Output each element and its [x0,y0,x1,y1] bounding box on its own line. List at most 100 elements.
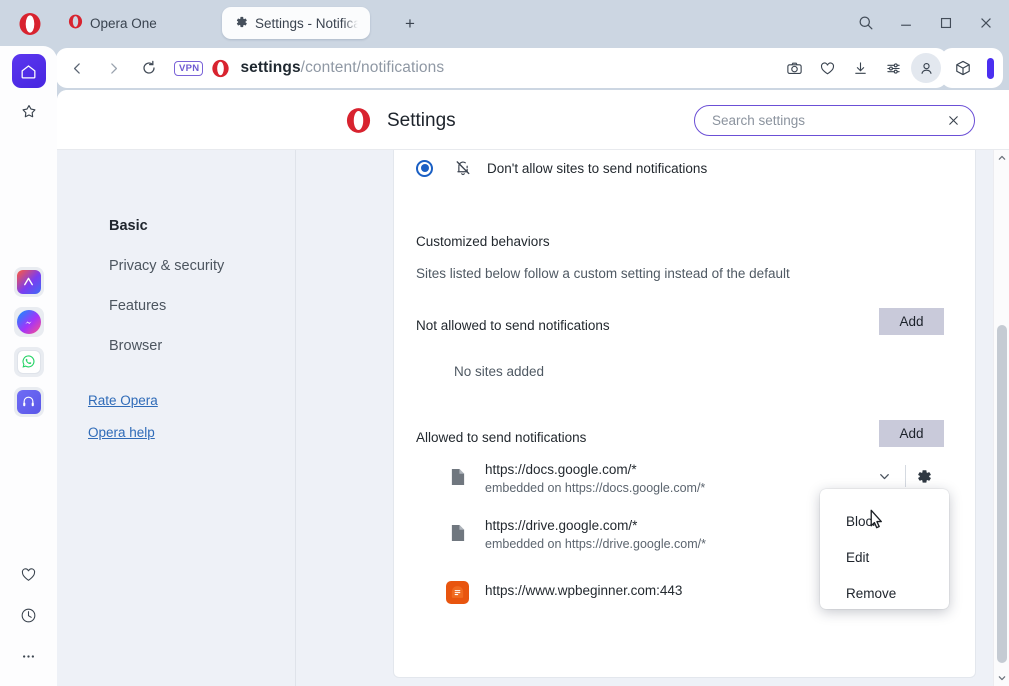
site-opera-icon [211,59,230,78]
add-blocked-site-button[interactable]: Add [879,308,944,335]
radio-dont-allow-notifications[interactable]: Don't allow sites to send notifications [416,159,707,177]
settings-opera-logo-icon [345,107,372,134]
messenger-icon [16,309,41,334]
browser-window: Opera One Settings - Notificat + VPN set… [0,0,1009,686]
blocked-section-title: Not allowed to send notifications [416,318,610,333]
profile-icon[interactable] [911,53,941,83]
radio-indicator[interactable] [416,159,433,177]
whatsapp-icon [16,349,41,374]
sidebar-item-basic[interactable]: Basic [57,206,296,246]
address-bar-actions [779,53,947,83]
reload-button[interactable] [134,53,164,83]
title-bar: Opera One Settings - Notificat + [0,0,1009,46]
forward-button[interactable] [98,53,128,83]
sidebar-item-label: Basic [109,218,148,234]
site-embedded-label: embedded on https://docs.google.com/* [485,481,706,495]
document-icon [450,468,467,487]
sidebar-toggle-indicator[interactable] [987,57,994,79]
close-button[interactable] [973,11,999,35]
clear-search-icon[interactable] [944,112,962,130]
rail-app-whatsapp[interactable] [13,346,44,377]
tab-opera-one[interactable]: Opera One [56,7,169,39]
rate-opera-link[interactable]: Rate Opera [88,393,296,408]
rail-heart-icon[interactable] [12,557,46,591]
settings-search[interactable] [694,105,975,136]
tab-opera-one-label: Opera One [90,15,157,31]
context-menu-item-label: Edit [846,549,870,565]
address-text[interactable]: settings/content/notifications [240,59,444,77]
back-button[interactable] [62,53,92,83]
sidebar-item-label: Features [109,298,167,314]
sidebar-item-privacy-security[interactable]: Privacy & security [57,246,296,286]
site-embedded-label: embedded on https://drive.google.com/* [485,537,706,551]
context-menu-item-block[interactable]: Block [820,503,949,539]
site-url: https://www.wpbeginner.com:443 [485,583,683,598]
minimize-button[interactable] [893,11,919,35]
settings-header: Settings [57,90,1009,150]
rail-bottom [12,557,46,680]
toolbar-row: VPN settings/content/notifications [0,46,1009,90]
document-icon [450,524,467,543]
scroll-down-arrow-icon[interactable] [994,670,1009,686]
rail-history-clock-icon[interactable] [12,598,46,632]
snapshot-camera-icon[interactable] [779,53,809,83]
search-input[interactable] [712,113,927,128]
left-rail [0,46,57,686]
row-divider [905,465,906,487]
sidebar-item-features[interactable]: Features [57,286,296,326]
site-url: https://docs.google.com/* [485,462,637,477]
rail-app-aria[interactable] [13,266,44,297]
rail-apps [13,266,44,427]
heart-icon[interactable] [812,53,842,83]
vpn-badge[interactable]: VPN [174,60,204,76]
extensions-area [941,48,1003,88]
context-menu-item-edit[interactable]: Edit [820,539,949,575]
blocked-empty-label: No sites added [454,364,545,379]
site-url: https://drive.google.com/* [485,518,638,533]
opera-logo-icon [18,12,42,36]
context-menu-item-label: Block [846,513,880,529]
rail-home-icon[interactable] [11,54,46,88]
site-settings-gear-icon[interactable] [914,467,934,487]
allowed-section-title: Allowed to send notifications [416,430,587,445]
download-icon[interactable] [845,53,875,83]
window-controls [853,11,999,35]
add-allowed-site-button[interactable]: Add [879,420,944,447]
sliders-icon[interactable] [878,53,908,83]
tab-settings[interactable]: Settings - Notificat [222,7,370,39]
rail-app-messenger[interactable] [13,306,44,337]
maximize-button[interactable] [933,11,959,35]
scroll-up-arrow-icon[interactable] [994,150,1009,166]
address-text-path: /content/notifications [300,59,445,76]
page-title: Settings [387,110,456,131]
vpn-badge-label: VPN [179,62,200,74]
radio-label: Don't allow sites to send notifications [487,160,708,176]
plus-icon: + [405,13,415,33]
tab-settings-label: Settings - Notificat [255,15,358,31]
customized-behaviors-title: Customized behaviors [416,234,550,249]
gear-icon [234,15,248,32]
window-search-button[interactable] [853,11,879,35]
address-text-bold: settings [240,59,301,76]
wpbeginner-icon [446,581,469,604]
new-tab-button[interactable]: + [399,12,421,34]
chevron-down-icon[interactable] [878,470,892,484]
rail-favorites-star-icon[interactable] [12,95,46,129]
sidebar-item-label: Privacy & security [109,258,225,274]
sidebar-item-browser[interactable]: Browser [57,326,296,366]
opera-help-link[interactable]: Opera help [88,425,296,440]
music-player-icon [16,389,41,414]
rail-more-menu-icon[interactable] [12,639,46,673]
address-bar[interactable]: VPN settings/content/notifications [56,48,947,88]
customized-behaviors-description: Sites listed below follow a custom setti… [416,266,790,281]
scrollbar-thumb[interactable] [997,325,1007,663]
rail-app-music[interactable] [13,386,44,417]
sidebar-links: Rate Opera Opera help [57,393,296,440]
aria-ai-icon [16,269,41,294]
extensions-cube-icon[interactable] [948,53,978,83]
content-scrollbar[interactable] [993,150,1009,686]
site-context-menu: Block Edit Remove [820,489,949,609]
context-menu-item-label: Remove [846,585,897,601]
settings-nav: Basic Privacy & security Features Browse… [57,150,296,686]
context-menu-item-remove[interactable]: Remove [820,575,949,611]
